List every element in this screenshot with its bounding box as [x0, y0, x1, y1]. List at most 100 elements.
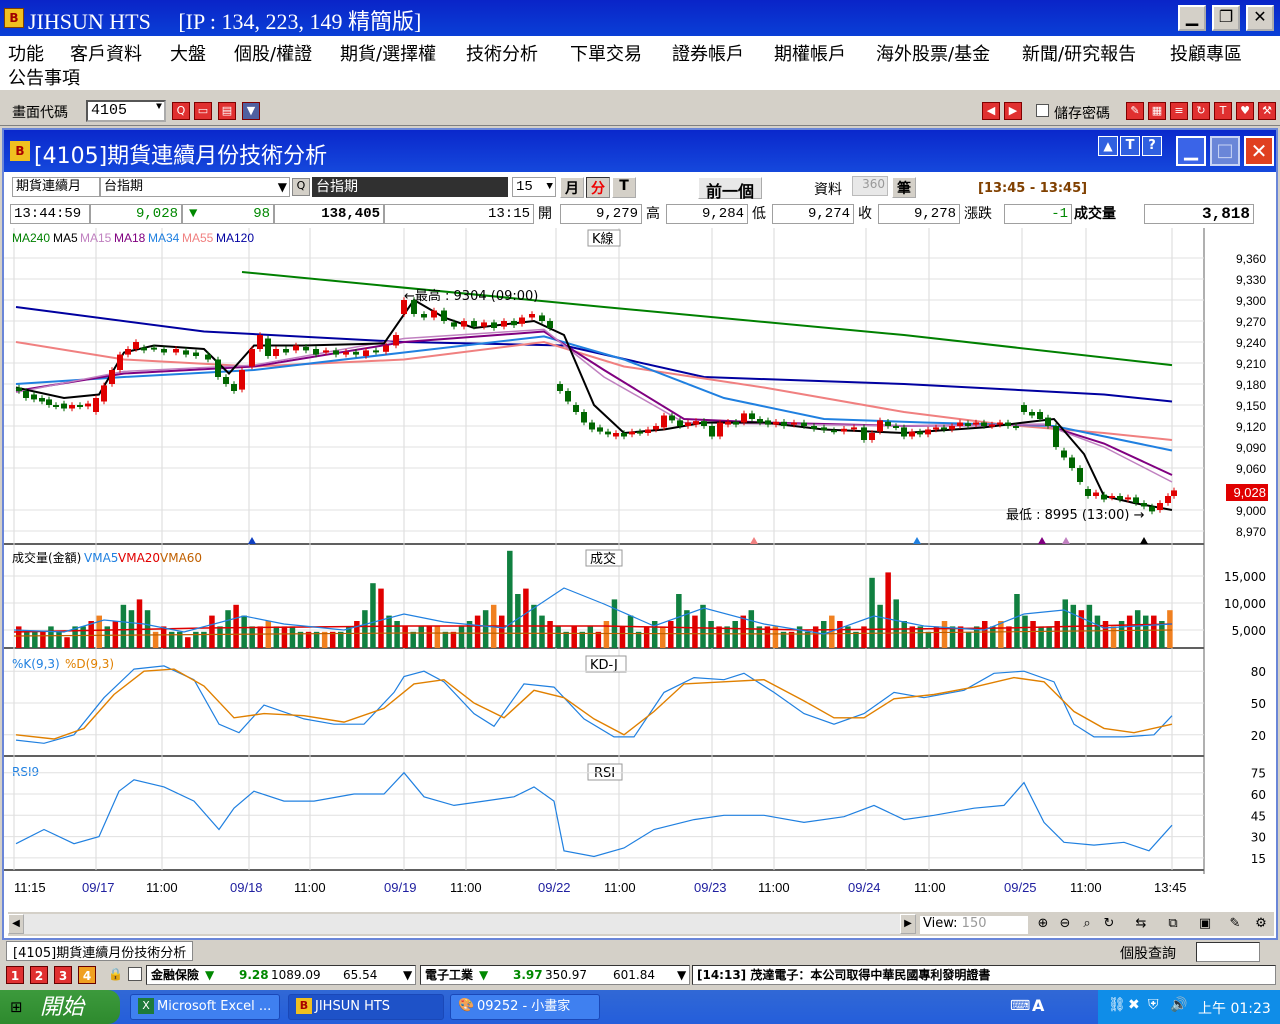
menu-item-12[interactable]: 公告事項 [8, 64, 80, 90]
prev-item-button[interactable]: 前一個 [698, 177, 762, 201]
sub-maximize-button[interactable]: □ [1210, 136, 1240, 166]
interval-select[interactable]: 15 ▼ [512, 177, 556, 197]
menu-item-8[interactable]: 期權帳戶 [774, 40, 846, 66]
tick-button[interactable]: T [612, 177, 636, 198]
month-button[interactable]: 月 [560, 177, 584, 198]
menu-item-5[interactable]: 技術分析 [466, 40, 538, 66]
ticker-checkbox[interactable] [128, 967, 142, 981]
volume-bar [209, 615, 215, 648]
news-ticker[interactable]: [14:13] 茂達電子：本公司取得中華民國專利發明證書 [692, 965, 1276, 985]
window-icon[interactable]: ▣ [1196, 916, 1214, 934]
candle-body [215, 359, 221, 377]
menu-item-2[interactable]: 大盤 [170, 40, 206, 66]
magnify-icon[interactable]: ⌕ [1078, 916, 1096, 934]
screen-code-input[interactable]: 4105 ▼ [86, 100, 166, 122]
help-icon[interactable]: ? [1142, 136, 1162, 156]
folder-icon[interactable]: ▭ [194, 102, 212, 120]
search-icon[interactable]: Q [292, 178, 310, 196]
lock-icon[interactable]: 🔒 [108, 967, 123, 981]
data-unit-button[interactable]: 筆 [892, 177, 916, 198]
sub-minimize-button[interactable]: ▁ [1176, 136, 1206, 166]
minimize-button[interactable]: ▁ [1178, 5, 1206, 31]
text-t-icon[interactable]: T [1120, 136, 1140, 156]
sector1-quote: 金融保險 ▼ 9.28 1089.09 65.54 ▼ [146, 965, 416, 985]
zoom-out-icon[interactable]: ⊖ [1056, 916, 1074, 934]
candle-body [717, 422, 723, 437]
volume-bar [338, 631, 344, 648]
chevron-down-icon[interactable]: ▼ [403, 966, 412, 984]
chevron-down-icon[interactable]: ▼ [677, 966, 686, 984]
stock-query-input[interactable] [1196, 942, 1260, 962]
menu-item-4[interactable]: 期貨/選擇權 [340, 40, 436, 66]
chevron-down-icon[interactable]: ▼ [278, 178, 287, 196]
draw-icon[interactable]: ✎ [1226, 916, 1244, 934]
heart-icon[interactable]: ♥ [1236, 102, 1254, 120]
scroll-left-icon[interactable]: ◀ [8, 914, 24, 934]
keyboard-icon[interactable]: ⌨ [1010, 998, 1030, 1014]
scroll-right-icon[interactable]: ▶ [900, 914, 916, 934]
refresh-icon[interactable]: ↻ [1100, 916, 1118, 934]
candle-body [101, 385, 107, 402]
candle-body [877, 420, 883, 432]
ticker-page-2[interactable]: 2 [30, 966, 48, 984]
network-icon[interactable]: ⛓ [1108, 997, 1126, 1013]
data-count-input[interactable]: 360 [852, 176, 888, 196]
volume-bar [458, 626, 465, 648]
refresh-icon[interactable]: ↻ [1192, 102, 1210, 120]
chevron-down-icon[interactable]: ▼ [546, 178, 553, 196]
security-icon[interactable]: ⛨ [1148, 997, 1159, 1013]
input-method-icon[interactable]: A [1032, 996, 1044, 1015]
zoom-in-icon[interactable]: ⊕ [1034, 916, 1052, 934]
volume-bar [933, 626, 940, 648]
speaker-icon[interactable]: 🔊 [1170, 997, 1187, 1013]
candle-body [605, 431, 611, 435]
grid-icon[interactable]: ▦ [1148, 102, 1166, 120]
selector-row: 期貨連續月 台指期 ▼ Q 台指期 15 ▼ 月 分 T 前一個 資料 360 筆 … [4, 172, 1276, 202]
chevron-down-icon[interactable]: ▼ [156, 102, 162, 113]
view-box[interactable]: View: 150 [920, 916, 1028, 934]
ticker-bar: 1234 🔒 金融保險 ▼ 9.28 1089.09 65.54 ▼ 電子工業 … [0, 962, 1280, 988]
dropdown-icon[interactable]: ▼ [242, 102, 260, 120]
menu-item-10[interactable]: 新聞/研究報告 [1022, 40, 1136, 66]
minute-button[interactable]: 分 [586, 177, 610, 198]
product-type-select[interactable]: 期貨連續月 [12, 177, 100, 197]
maximize-button[interactable]: ❐ [1212, 5, 1240, 31]
menu-item-7[interactable]: 證券帳戶 [672, 40, 744, 66]
tab-4105[interactable]: [4105]期貨連續月份技術分析 [6, 941, 194, 961]
text-icon[interactable]: T [1214, 102, 1232, 120]
ticker-page-4[interactable]: 4 [78, 966, 96, 984]
print-icon[interactable]: ▤ [218, 102, 236, 120]
next-arrow-icon[interactable]: ▶ [1004, 102, 1022, 120]
ticker-page-3[interactable]: 3 [54, 966, 72, 984]
chart-scrollbar[interactable] [24, 914, 900, 934]
candle-body [901, 427, 907, 437]
menu-item-6[interactable]: 下單交易 [570, 40, 642, 66]
triangle-up-icon[interactable]: ▲ [1098, 136, 1118, 156]
technical-chart[interactable]: 9,360 9,330 9,300 9,270 9,240 9,210 9,180 9,150… [4, 228, 1276, 914]
pen-icon[interactable]: ✎ [1126, 102, 1144, 120]
layout-icon[interactable]: ⧉ [1164, 916, 1182, 934]
volume-bar [249, 626, 255, 648]
prev-arrow-icon[interactable]: ◀ [982, 102, 1000, 120]
candle-body [257, 335, 263, 349]
ticker-page-1[interactable]: 1 [6, 966, 24, 984]
disconnect-icon[interactable]: ✖ [1128, 997, 1140, 1013]
candle-body [1021, 405, 1027, 412]
save-password-checkbox[interactable] [1036, 104, 1049, 117]
candle-body [1133, 497, 1139, 503]
sub-close-button[interactable]: ✕ [1244, 136, 1274, 166]
list-icon[interactable]: ≡ [1170, 102, 1188, 120]
menu-item-11[interactable]: 投顧專區 [1170, 40, 1242, 66]
close-button[interactable]: ✕ [1246, 5, 1274, 31]
settings-icon[interactable]: ⚙ [1252, 916, 1270, 934]
menu-item-1[interactable]: 客戶資料 [70, 40, 142, 66]
menu-item-3[interactable]: 個股/權證 [234, 40, 312, 66]
product-input[interactable]: 台指期 ▼ [100, 177, 290, 197]
clock[interactable]: 上午 01:23 [1198, 998, 1271, 1018]
volume-panel-label: 成交 [590, 551, 616, 567]
menu-item-0[interactable]: 功能 [8, 40, 44, 66]
menu-item-9[interactable]: 海外股票/基金 [876, 40, 990, 66]
indicator-icon[interactable]: ⇆ [1132, 916, 1150, 934]
search-icon[interactable]: Q [172, 102, 190, 120]
tool-icon[interactable]: ⚒ [1258, 102, 1276, 120]
